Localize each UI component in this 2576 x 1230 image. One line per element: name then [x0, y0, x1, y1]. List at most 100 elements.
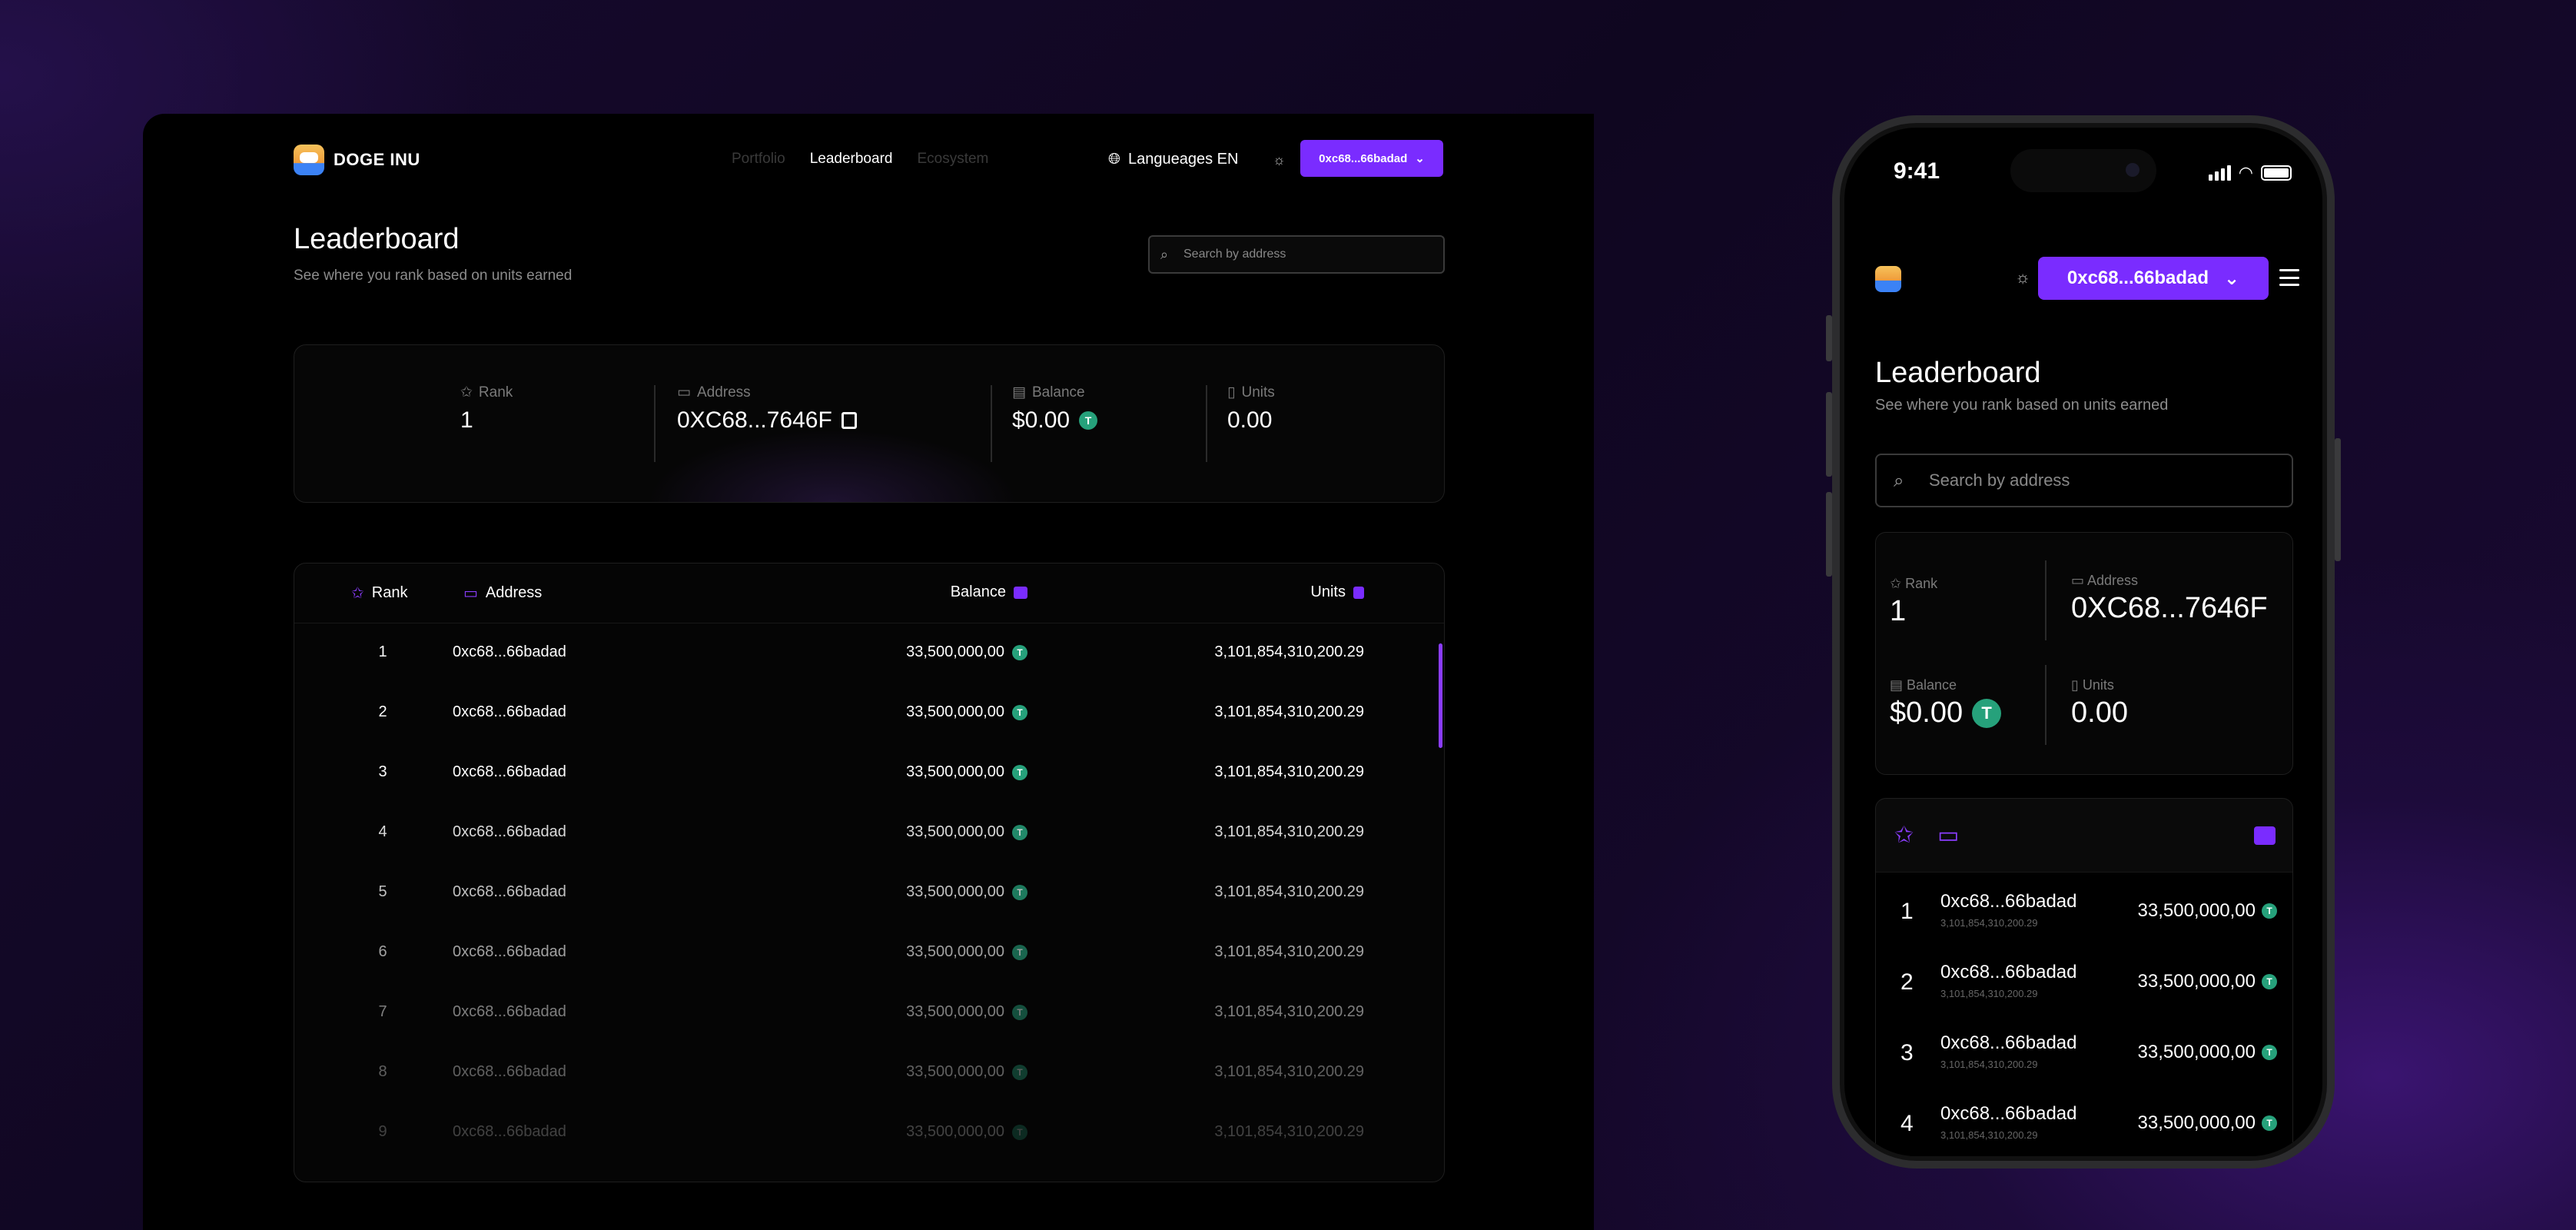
row-address: 0xc68...66badad	[453, 943, 566, 960]
stat-balance-value: $0.00	[1012, 407, 1071, 433]
row-units: 3,101,854,310,200.29	[1940, 988, 2038, 999]
row-balance-value: 33,500,000,00	[2137, 900, 2256, 921]
row-rank: 4	[1900, 1111, 1914, 1136]
leaderboard-table: ✩ ▭ 1 0xc68...66badad 3,101,854,310,200.29…	[1875, 798, 2293, 1156]
row-balance-value: 33,500,000,00	[906, 823, 1004, 840]
tether-icon: T	[1079, 411, 1098, 430]
stat-balance: ▤ Balance $0.00 T	[1890, 677, 2002, 730]
phone-button	[1826, 492, 1832, 577]
translate-icon: 🌐︎	[1108, 151, 1120, 168]
row-units: 3,101,854,310,200.29	[1940, 1129, 2038, 1141]
list-item[interactable]: 4 0xc68...66badad 3,101,854,310,200.29 33,5…	[1876, 1091, 2292, 1156]
tether-icon: T	[1012, 1004, 1027, 1020]
header-address[interactable]: ▭ Address	[463, 583, 542, 603]
row-rank: 5	[378, 883, 387, 900]
nav-item-portfolio[interactable]: Portfolio	[732, 151, 785, 168]
header-rank-label: Rank	[371, 584, 408, 601]
chevron-down-icon: ⌄	[1415, 152, 1425, 165]
stat-rank-value: 1	[1890, 595, 1907, 627]
sun-icon[interactable]: ☼	[1273, 152, 1288, 168]
battery-icon	[2261, 165, 2292, 181]
brand-logo[interactable]: DOGE INU	[294, 145, 420, 175]
table-row[interactable]: 9 0xc68...66badad 33,500,000,00 T 3,101,854,…	[294, 1103, 1444, 1163]
sun-icon[interactable]: ☼	[2015, 268, 2030, 288]
row-address: 0xc68...66badad	[453, 883, 566, 900]
table-row[interactable]: 2 0xc68...66badad 33,500,000,00 T 3,101,854,…	[294, 683, 1444, 743]
tether-icon: T	[2262, 1045, 2277, 1060]
stat-rank-label: Rank	[478, 384, 513, 401]
wallet-address: 0xc68...66badad	[1319, 151, 1408, 165]
table-row[interactable]: 8 0xc68...66badad 33,500,000,00 T 3,101,854,…	[294, 1043, 1444, 1103]
table-row[interactable]: 1 0xc68...66badad 33,500,000,00 T 3,101,854,…	[294, 623, 1444, 683]
header-units[interactable]: Units	[1310, 583, 1364, 601]
rank-star-icon: ✩	[460, 384, 473, 401]
tether-icon: T	[1012, 944, 1027, 960]
nav-item-leaderboard[interactable]: Leaderboard	[810, 151, 893, 168]
row-units: 3,101,854,310,200.29	[1940, 1059, 2038, 1070]
row-address: 0xc68...66badad	[453, 823, 566, 840]
page-title: Leaderboard	[1875, 357, 2041, 389]
row-balance-value: 33,500,000,00	[906, 703, 1004, 720]
brand-name: DOGE INU	[334, 150, 420, 169]
search-icon: ⌕	[1894, 470, 1904, 491]
stat-units: ▯ Units 0.00	[1227, 384, 1275, 434]
list-item[interactable]: 3 0xc68...66badad 3,101,854,310,200.29 33,5…	[1876, 1020, 2292, 1091]
rank-star-icon: ✩	[351, 585, 364, 602]
stat-address-label: Address	[696, 384, 751, 401]
table-row[interactable]: 6 0xc68...66badad 33,500,000,00 T 3,101,854,…	[294, 923, 1444, 983]
stat-address-label: Address	[2087, 573, 2139, 588]
row-rank: 2	[378, 703, 387, 720]
header-balance[interactable]: Balance	[951, 583, 1027, 601]
row-units: 3,101,854,310,200.29	[1214, 643, 1364, 660]
wallet-icon[interactable]: ▭	[1937, 822, 1959, 849]
menu-icon[interactable]	[2279, 269, 2299, 286]
rank-star-icon: ✩	[1890, 576, 1906, 591]
row-units: 3,101,854,310,200.29	[1214, 883, 1364, 900]
language-selector[interactable]: 🌐︎ Langueages EN	[1108, 151, 1238, 168]
table-row[interactable]: 5 0xc68...66badad 33,500,000,00 T 3,101,854,…	[294, 863, 1444, 923]
search-icon: ⌕	[1160, 247, 1169, 262]
row-address: 0xc68...66badad	[453, 703, 566, 720]
nav-item-ecosystem[interactable]: Ecosystem	[917, 151, 988, 168]
page-title: Leaderboard	[294, 223, 460, 255]
row-balance: 33,500,000,00 T	[906, 643, 1027, 661]
stat-address: ▭ Address 0XC68...7646F	[677, 384, 857, 434]
page-subtitle: See where you rank based on units earned	[294, 268, 573, 284]
stat-units-label: Units	[2082, 677, 2114, 693]
language-label: Langueages EN	[1128, 151, 1239, 168]
copy-icon[interactable]	[841, 412, 857, 429]
row-rank: 9	[378, 1123, 387, 1140]
table-row[interactable]: 3 0xc68...66badad 33,500,000,00 T 3,101,854,…	[294, 743, 1444, 803]
row-balance: 33,500,000,00 T	[2138, 971, 2277, 992]
search-input[interactable]: ⌕ Search by address	[1875, 454, 2293, 507]
user-stats-card: ✩ Rank 1 ▭ Address 0XC68...7646F ▤ Balan…	[1875, 532, 2293, 775]
row-units: 3,101,854,310,200.29	[1214, 1063, 1364, 1080]
balance-icon: ▤	[1012, 384, 1026, 401]
row-address: 0xc68...66badad	[1940, 1103, 2077, 1124]
scrollbar[interactable]	[1439, 643, 1442, 748]
list-item[interactable]: 1 0xc68...66badad 3,101,854,310,200.29 33,5…	[1876, 879, 2292, 949]
header-rank[interactable]: ✩ Rank	[351, 583, 407, 603]
wallet-button[interactable]: 0xc68...66badad ⌄	[1300, 140, 1443, 177]
signal-icon	[2208, 165, 2231, 181]
stat-units-value: 0.00	[2071, 696, 2128, 729]
wallet-button[interactable]: 0xc68...66badad ⌄	[2038, 257, 2269, 300]
rank-star-icon[interactable]: ✩	[1894, 822, 1914, 849]
logo-icon	[294, 145, 324, 175]
search-input[interactable]: ⌕ Search by address	[1148, 235, 1445, 274]
search-placeholder: Search by address	[1183, 248, 1286, 261]
row-rank: 1	[1900, 899, 1914, 924]
row-address: 0xc68...66badad	[453, 1003, 566, 1020]
desktop-app: DOGE INU Portfolio Leaderboard Ecosystem…	[143, 114, 1594, 1230]
units-icon: ▯	[2071, 677, 2083, 693]
balance-icon[interactable]	[2254, 826, 2276, 845]
list-item[interactable]: 2 0xc68...66badad 3,101,854,310,200.29 33,5…	[1876, 949, 2292, 1020]
tether-icon: T	[2262, 903, 2277, 919]
tether-icon: T	[1012, 1064, 1027, 1080]
logo-icon[interactable]	[1875, 266, 1901, 292]
row-units: 3,101,854,310,200.29	[1940, 917, 2038, 929]
table-row[interactable]: 7 0xc68...66badad 33,500,000,00 T 3,101,854,…	[294, 983, 1444, 1043]
row-rank: 3	[1900, 1040, 1914, 1065]
table-row[interactable]: 4 0xc68...66badad 33,500,000,00 T 3,101,854,…	[294, 803, 1444, 863]
row-address: 0xc68...66badad	[1940, 962, 2077, 982]
